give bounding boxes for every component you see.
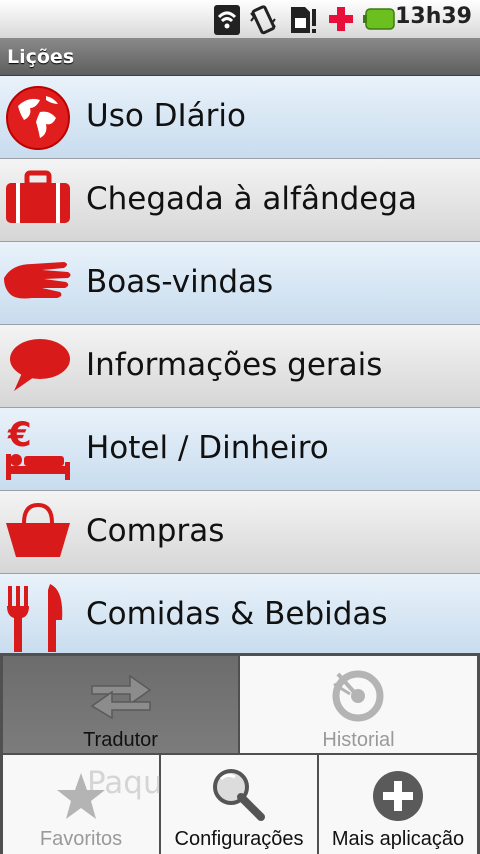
hand-icon: [4, 262, 71, 299]
svg-text:€: €: [7, 415, 32, 455]
lesson-list[interactable]: Uso DIário Chegada à alfândega Boas-vind…: [0, 76, 480, 656]
list-item-label: Informações gerais: [86, 347, 383, 383]
vibrate-icon: [250, 5, 276, 35]
speech-bubble-icon: [10, 339, 70, 391]
list-item-label: Boas-vindas: [86, 264, 274, 300]
history-icon: [332, 670, 384, 722]
status-bar: 13h39: [0, 0, 480, 38]
list-item[interactable]: Boas-vindas: [0, 242, 480, 325]
list-item[interactable]: Chegada à alfândega: [0, 159, 480, 242]
list-item[interactable]: Informações gerais: [0, 325, 480, 408]
list-item[interactable]: € Hotel / Dinheiro: [0, 408, 480, 491]
menu-label: Mais aplicação: [331, 828, 465, 850]
list-item-label: Hotel / Dinheiro: [86, 430, 329, 466]
shopping-basket-icon: [6, 502, 70, 557]
plus-circle-icon: [373, 771, 423, 821]
star-icon: [57, 773, 105, 819]
options-menu: Tradutor Historial Paquera Favoritos Con…: [0, 653, 480, 854]
menu-label: Historial: [322, 729, 395, 751]
list-item-label: Comidas & Bebidas: [86, 596, 388, 632]
menu-item-mais-aplicacao[interactable]: Mais aplicação: [319, 755, 477, 854]
globe-icon: [6, 86, 70, 150]
page-title: Lições: [7, 46, 75, 68]
wrench-magnifier-icon: [213, 769, 265, 821]
list-item-label: Uso DIário: [86, 98, 246, 134]
battery-icon: [363, 8, 395, 30]
menu-item-favoritos[interactable]: Paquera Favoritos: [3, 755, 213, 854]
list-item[interactable]: Comidas & Bebidas: [0, 574, 480, 656]
suitcase-icon: [6, 170, 70, 223]
fork-knife-icon: [7, 584, 63, 652]
clock: 13h39: [395, 4, 472, 29]
list-item-label: Compras: [86, 513, 225, 549]
title-bar: Lições: [0, 38, 480, 76]
menu-label: Favoritos: [39, 828, 123, 850]
wifi-icon: [214, 5, 240, 35]
list-item[interactable]: Uso DIário: [0, 76, 480, 159]
sim-alert-icon: [291, 7, 316, 33]
menu-item-configuracoes[interactable]: Configurações: [161, 755, 317, 854]
swap-arrows-icon: [90, 674, 152, 720]
menu-item-historial[interactable]: Historial: [240, 656, 477, 753]
menu-label: Tradutor: [83, 729, 158, 751]
list-item[interactable]: Compras: [0, 491, 480, 574]
menu-item-tradutor[interactable]: Tradutor: [3, 656, 238, 753]
menu-label: Configurações: [174, 828, 304, 850]
red-cross-icon: [329, 7, 353, 31]
euro-bed-icon: €: [6, 415, 70, 480]
list-item-label: Chegada à alfândega: [86, 181, 418, 217]
